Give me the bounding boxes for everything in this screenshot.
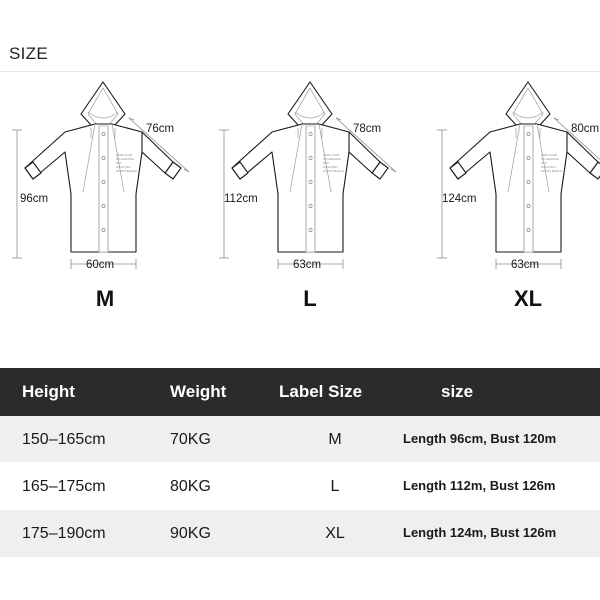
cell-height: 175–190cm	[22, 524, 106, 542]
svg-text:CARE CLAIM: CARE CLAIM	[323, 153, 339, 157]
svg-text:NO HANDLING: NO HANDLING	[541, 157, 559, 161]
svg-text:WASH ONLY: WASH ONLY	[116, 165, 132, 169]
width-dim-xl: 63cm	[511, 259, 539, 271]
raincoat-drawing-xl: CARE CLAIM NO HANDLING 40°C WASH ONLY DO…	[437, 81, 600, 271]
column-header-height: Height	[22, 381, 75, 401]
svg-text:WASH ONLY: WASH ONLY	[323, 165, 339, 169]
cell-size: Length 112m, Bust 126m	[403, 478, 556, 494]
svg-text:WASH ONLY: WASH ONLY	[541, 165, 557, 169]
length-dim-m: 96cm	[20, 193, 48, 205]
column-header-label-size: Label Size	[279, 381, 363, 401]
size-letter-l: L	[303, 286, 317, 311]
column-header-weight: Weight	[170, 381, 227, 401]
size-header: SIZE	[0, 0, 600, 72]
table-row: 150–165cm 70KG M Length 96cm, Bust 120m	[0, 416, 600, 463]
size-letter-xl: XL	[513, 286, 543, 311]
svg-text:40°C: 40°C	[323, 161, 329, 165]
column-header-size: size	[441, 381, 474, 401]
cell-weight: 70KG	[170, 430, 211, 448]
svg-text:NO HANDLING: NO HANDLING	[116, 157, 134, 161]
cell-label-size: XL	[325, 524, 345, 542]
cell-size: Length 96cm, Bust 120m	[403, 431, 557, 447]
table-row: 175–190cm 90KG XL Length 124m, Bust 126m	[0, 510, 600, 557]
length-dim-l: 112cm	[224, 193, 258, 205]
raincoat-drawing-m: CARE CLAIM NO HANDLING 40°C WASH ONLY DO…	[12, 81, 190, 271]
size-letter-m: M	[95, 286, 115, 311]
cell-label-size: L	[330, 477, 340, 495]
width-dim-m: 60cm	[86, 259, 114, 271]
svg-text:DO NOT BLEACH: DO NOT BLEACH	[323, 169, 344, 173]
sleeve-dim-xl: 80cm	[571, 123, 599, 135]
size-table: Height Weight Label Size size 150–165cm …	[0, 368, 600, 557]
svg-text:DO NOT BLEACH: DO NOT BLEACH	[116, 169, 137, 173]
garment-figure-l: CARE CLAIM NO HANDLING 40°C WASH ONLY DO…	[210, 72, 410, 350]
svg-text:CARE CLAIM: CARE CLAIM	[541, 153, 557, 157]
width-dim-l: 63cm	[293, 259, 321, 271]
raincoat-drawing-l: CARE CLAIM NO HANDLING 40°C WASH ONLY DO…	[219, 81, 397, 271]
table-row: 165–175cm 80KG L Length 112m, Bust 126m	[0, 463, 600, 510]
svg-text:CARE CLAIM: CARE CLAIM	[116, 153, 132, 157]
svg-text:NO HANDLING: NO HANDLING	[323, 157, 341, 161]
cell-height: 165–175cm	[22, 477, 106, 495]
sleeve-dim-l: 78cm	[353, 123, 381, 135]
svg-text:40°C: 40°C	[116, 161, 122, 165]
cell-height: 150–165cm	[22, 430, 106, 448]
svg-text:DO NOT BLEACH: DO NOT BLEACH	[541, 169, 562, 173]
sleeve-dim-m: 76cm	[146, 123, 174, 135]
cell-weight: 80KG	[170, 477, 211, 495]
cell-size: Length 124m, Bust 126m	[403, 525, 557, 541]
cell-label-size: M	[328, 430, 342, 448]
length-dim-xl: 124cm	[442, 193, 477, 205]
page-title: SIZE	[9, 44, 48, 63]
cell-weight: 90KG	[170, 524, 211, 542]
svg-text:40°C: 40°C	[541, 161, 547, 165]
garment-figure-m: CARE CLAIM NO HANDLING 40°C WASH ONLY DO…	[3, 72, 203, 350]
garment-diagram-band: CARE CLAIM NO HANDLING 40°C WASH ONLY DO…	[0, 72, 600, 350]
table-header-row: Height Weight Label Size size	[0, 368, 600, 416]
garment-figure-xl: CARE CLAIM NO HANDLING 40°C WASH ONLY DO…	[428, 72, 600, 350]
